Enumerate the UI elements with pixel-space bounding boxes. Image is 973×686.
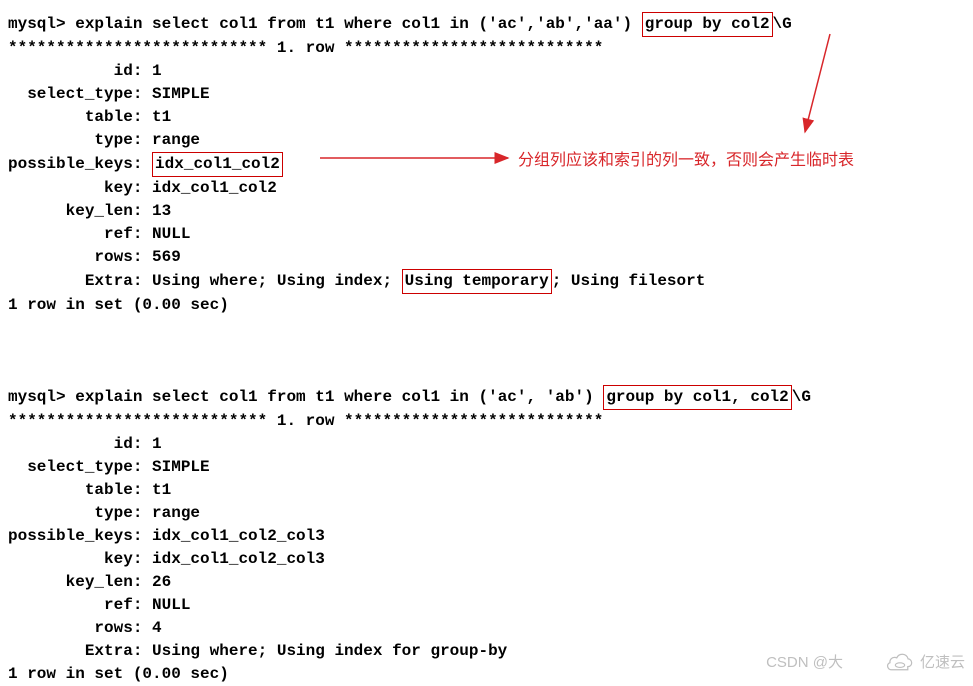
command-line-1: mysql> explain select col1 from t1 where… — [8, 12, 973, 37]
field-table: table: t1 — [8, 106, 973, 129]
field-rows: rows: 569 — [8, 246, 973, 269]
row-divider: *************************** 1. row *****… — [8, 37, 973, 60]
watermark-csdn: CSDN @大 — [766, 651, 843, 672]
command-suffix: \G — [773, 15, 792, 33]
field-ref: ref: NULL — [8, 223, 973, 246]
command-prefix: explain select col1 from t1 where col1 i… — [75, 15, 642, 33]
command-prefix: explain select col1 from t1 where col1 i… — [75, 388, 603, 406]
field-key: key: idx_col1_col2 — [8, 177, 973, 200]
field-table-2: table: t1 — [8, 479, 973, 502]
extra-prefix: Extra: Using where; Using index; — [8, 272, 402, 290]
command-suffix: \G — [792, 388, 811, 406]
group-by-highlight: group by col2 — [642, 12, 773, 37]
field-type-2: type: range — [8, 502, 973, 525]
annotation-text: 分组列应该和索引的列一致，否则会产生临时表 — [518, 146, 854, 170]
watermark-yisu: 亿速云 — [886, 651, 965, 672]
field-key-len-2: key_len: 26 — [8, 571, 973, 594]
footer-1: 1 row in set (0.00 sec) — [8, 294, 973, 317]
possible-keys-highlight: idx_col1_col2 — [152, 152, 283, 177]
prompt: mysql> — [8, 15, 75, 33]
field-select-type: select_type: SIMPLE — [8, 83, 973, 106]
watermark-text: 亿速云 — [920, 651, 965, 672]
extra-suffix: ; Using filesort — [552, 272, 706, 290]
prompt: mysql> — [8, 388, 75, 406]
cloud-icon — [886, 652, 914, 672]
field-id: id: 1 — [8, 60, 973, 83]
row-divider-2: *************************** 1. row *****… — [8, 410, 973, 433]
field-id-2: id: 1 — [8, 433, 973, 456]
field-key-len: key_len: 13 — [8, 200, 973, 223]
field-extra: Extra: Using where; Using index; Using t… — [8, 269, 973, 294]
field-key-2: key: idx_col1_col2_col3 — [8, 548, 973, 571]
field-ref-2: ref: NULL — [8, 594, 973, 617]
field-select-type-2: select_type: SIMPLE — [8, 456, 973, 479]
query-block-2: mysql> explain select col1 from t1 where… — [8, 385, 973, 686]
possible-keys-label: possible_keys: — [8, 155, 152, 173]
field-rows-2: rows: 4 — [8, 617, 973, 640]
group-by-highlight-2: group by col1, col2 — [603, 385, 791, 410]
command-line-2: mysql> explain select col1 from t1 where… — [8, 385, 973, 410]
field-possible-keys-2: possible_keys: idx_col1_col2_col3 — [8, 525, 973, 548]
extra-temporary-highlight: Using temporary — [402, 269, 552, 294]
